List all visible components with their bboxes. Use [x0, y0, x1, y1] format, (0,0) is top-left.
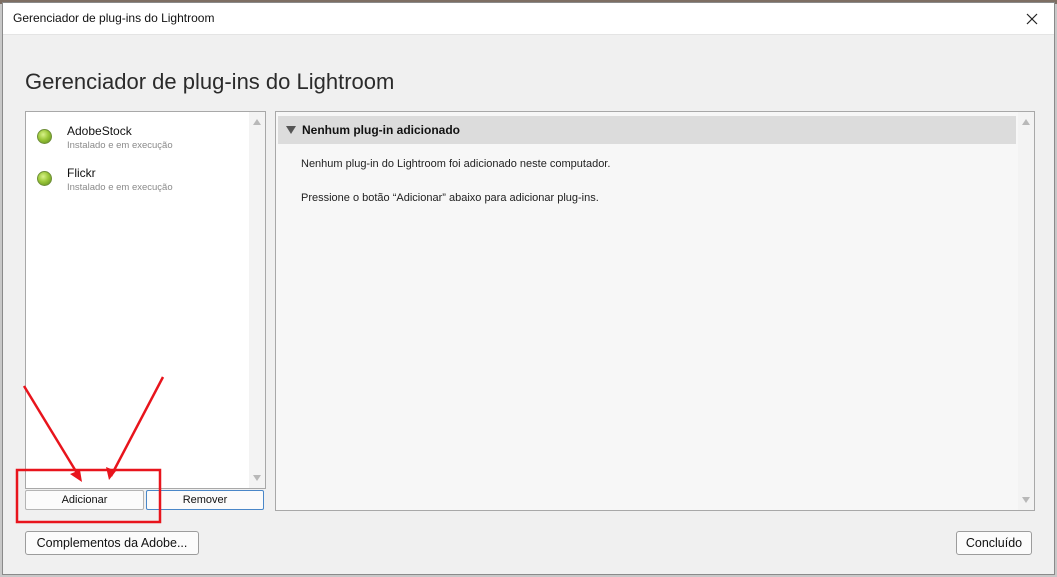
window-title: Gerenciador de plug-ins do Lightroom	[13, 11, 215, 25]
plugin-manager-dialog: Gerenciador de plug-ins do Lightroom Ger…	[2, 2, 1055, 575]
add-button[interactable]: Adicionar	[25, 490, 144, 510]
close-button[interactable]	[1010, 3, 1054, 34]
section-title: Nenhum plug-in adicionado	[302, 123, 460, 137]
plugin-list[interactable]: AdobeStock Instalado e em execução Flick…	[25, 111, 266, 489]
scroll-down-icon[interactable]	[1022, 497, 1030, 503]
details-panel: Nenhum plug-in adicionado Nenhum plug-in…	[275, 111, 1035, 511]
scroll-up-icon[interactable]	[253, 119, 261, 125]
section-header[interactable]: Nenhum plug-in adicionado	[278, 116, 1016, 144]
disclosure-triangle-icon[interactable]	[286, 126, 296, 134]
status-running-icon	[37, 129, 52, 144]
list-scrollbar[interactable]	[249, 112, 265, 488]
done-button[interactable]: Concluído	[956, 531, 1032, 555]
status-running-icon	[37, 171, 52, 186]
info-message: Nenhum plug-in do Lightroom foi adiciona…	[301, 158, 611, 170]
list-item-adobestock[interactable]: AdobeStock Instalado e em execução	[34, 122, 244, 158]
close-icon	[1026, 13, 1038, 24]
plugin-name: AdobeStock	[67, 124, 132, 138]
details-scrollbar[interactable]	[1018, 112, 1034, 510]
plugin-status: Instalado e em execução	[67, 182, 173, 193]
plugin-status: Instalado e em execução	[67, 140, 173, 151]
instruction-message: Pressione o botão “Adicionar” abaixo par…	[301, 192, 599, 204]
page-title: Gerenciador de plug-ins do Lightroom	[25, 69, 395, 94]
scroll-up-icon[interactable]	[1022, 119, 1030, 125]
adobe-addons-button[interactable]: Complementos da Adobe...	[25, 531, 199, 555]
plugin-name: Flickr	[67, 166, 96, 180]
list-item-flickr[interactable]: Flickr Instalado e em execução	[34, 164, 244, 200]
scroll-down-icon[interactable]	[253, 475, 261, 481]
title-bar: Gerenciador de plug-ins do Lightroom	[3, 3, 1054, 35]
remove-button[interactable]: Remover	[146, 490, 264, 510]
